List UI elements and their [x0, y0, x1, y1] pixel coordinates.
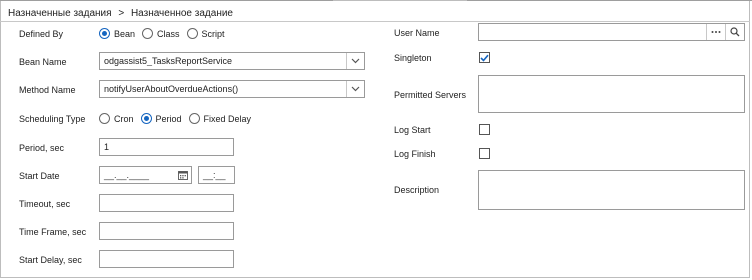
- bean-name-select[interactable]: odgassist5_TasksReportService: [99, 52, 365, 70]
- radio-label: Period: [155, 113, 182, 124]
- radio-icon[interactable]: [188, 113, 200, 124]
- log-start-checkbox[interactable]: [479, 124, 490, 135]
- scheduling-type-option-cron[interactable]: Cron: [99, 113, 134, 124]
- permitted-servers-textarea[interactable]: [478, 75, 745, 113]
- user-name-input[interactable]: [479, 24, 706, 40]
- header-divider: [0, 21, 750, 22]
- singleton-checkbox[interactable]: [479, 52, 490, 63]
- defined-by-label: Defined By: [19, 29, 64, 39]
- time-frame-label: Time Frame, sec: [19, 227, 87, 237]
- log-finish-label: Log Finish: [394, 149, 436, 159]
- tab-strip-line: [0, 0, 333, 1]
- radio-label: Class: [157, 28, 180, 39]
- start-delay-input[interactable]: [99, 250, 234, 268]
- scheduling-type-option-fixed-delay[interactable]: Fixed Delay: [188, 113, 252, 124]
- timeout-input[interactable]: [99, 194, 234, 212]
- scheduling-type-option-period[interactable]: Period: [140, 113, 182, 124]
- start-delay-label: Start Delay, sec: [19, 255, 82, 265]
- period-input[interactable]: [99, 138, 234, 156]
- scheduling-type-label: Scheduling Type: [19, 114, 86, 124]
- method-name-label: Method Name: [19, 85, 76, 95]
- radio-icon[interactable]: [99, 113, 110, 124]
- tab-strip-line-right: [467, 0, 752, 1]
- radio-icon[interactable]: [186, 28, 198, 39]
- defined-by-option-class[interactable]: Class: [142, 28, 180, 39]
- singleton-label: Singleton: [394, 53, 432, 63]
- start-time-placeholder: __:__: [203, 170, 226, 180]
- breadcrumb-parent-link[interactable]: Назначенные задания: [8, 8, 112, 19]
- period-label: Period, sec: [19, 143, 65, 153]
- defined-by-radio-group: Bean Class Script: [99, 28, 225, 39]
- method-name-value: notifyUserAboutOverdueActions(): [104, 84, 239, 94]
- start-time-input[interactable]: __:__: [198, 166, 235, 184]
- method-name-select[interactable]: notifyUserAboutOverdueActions(): [99, 80, 365, 98]
- radio-selected-icon[interactable]: [99, 28, 110, 39]
- breadcrumb: Назначенные задания > Назначенное задани…: [8, 8, 233, 19]
- checkmark-icon: [480, 54, 489, 62]
- scheduling-type-radio-group: Cron Period Fixed Delay: [99, 113, 251, 124]
- permitted-servers-label: Permitted Servers: [394, 90, 467, 100]
- start-date-input[interactable]: __.__.____: [99, 166, 192, 184]
- bean-name-label: Bean Name: [19, 57, 67, 67]
- timeout-label: Timeout, sec: [19, 199, 71, 209]
- start-date-label: Start Date: [19, 171, 60, 181]
- log-start-label: Log Start: [394, 125, 431, 135]
- radio-label: Cron: [114, 113, 134, 124]
- defined-by-option-script[interactable]: Script: [186, 28, 225, 39]
- description-label: Description: [394, 185, 440, 195]
- user-name-lookup[interactable]: [478, 23, 745, 41]
- defined-by-option-bean[interactable]: Bean: [99, 28, 135, 39]
- breadcrumb-separator: >: [118, 8, 125, 19]
- radio-selected-icon[interactable]: [140, 113, 152, 124]
- radio-label: Script: [201, 28, 225, 39]
- start-date-placeholder: __.__.____: [104, 170, 150, 180]
- time-frame-input[interactable]: [99, 222, 234, 240]
- more-options-icon[interactable]: [706, 24, 725, 40]
- description-textarea[interactable]: [478, 170, 745, 210]
- log-finish-checkbox[interactable]: [479, 148, 490, 159]
- radio-label: Fixed Delay: [203, 113, 252, 124]
- bean-name-value: odgassist5_TasksReportService: [104, 56, 233, 66]
- radio-label: Bean: [114, 28, 136, 39]
- user-name-label: User Name: [394, 28, 440, 38]
- radio-icon[interactable]: [142, 28, 154, 39]
- breadcrumb-current: Назначенное задание: [130, 8, 233, 19]
- calendar-icon[interactable]: [175, 167, 191, 183]
- search-icon[interactable]: [725, 24, 744, 40]
- chevron-down-icon[interactable]: [346, 81, 364, 97]
- chevron-down-icon[interactable]: [346, 53, 364, 69]
